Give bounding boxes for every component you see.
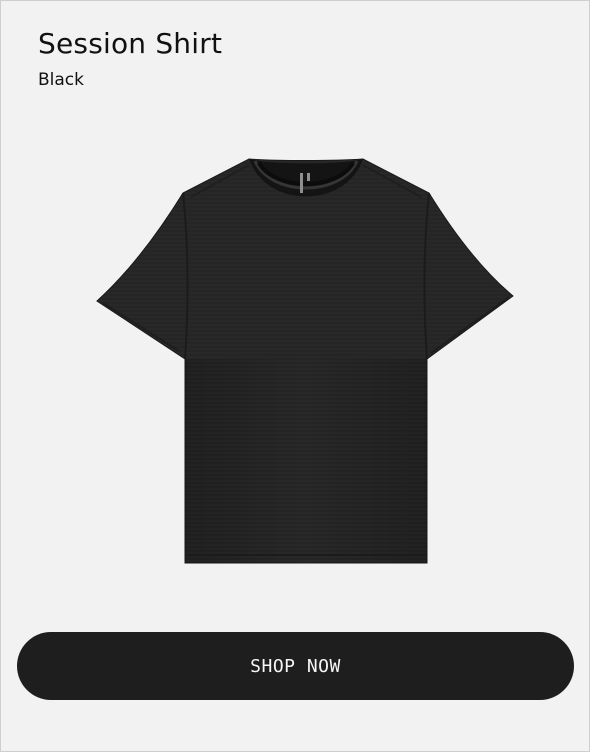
product-title: Session Shirt [38, 27, 223, 60]
shop-now-button[interactable]: SHOP NOW [17, 632, 574, 700]
product-color: Black [38, 70, 84, 90]
tshirt-image [96, 158, 514, 564]
product-card: Session Shirt Black SHOP NOW [0, 0, 590, 752]
